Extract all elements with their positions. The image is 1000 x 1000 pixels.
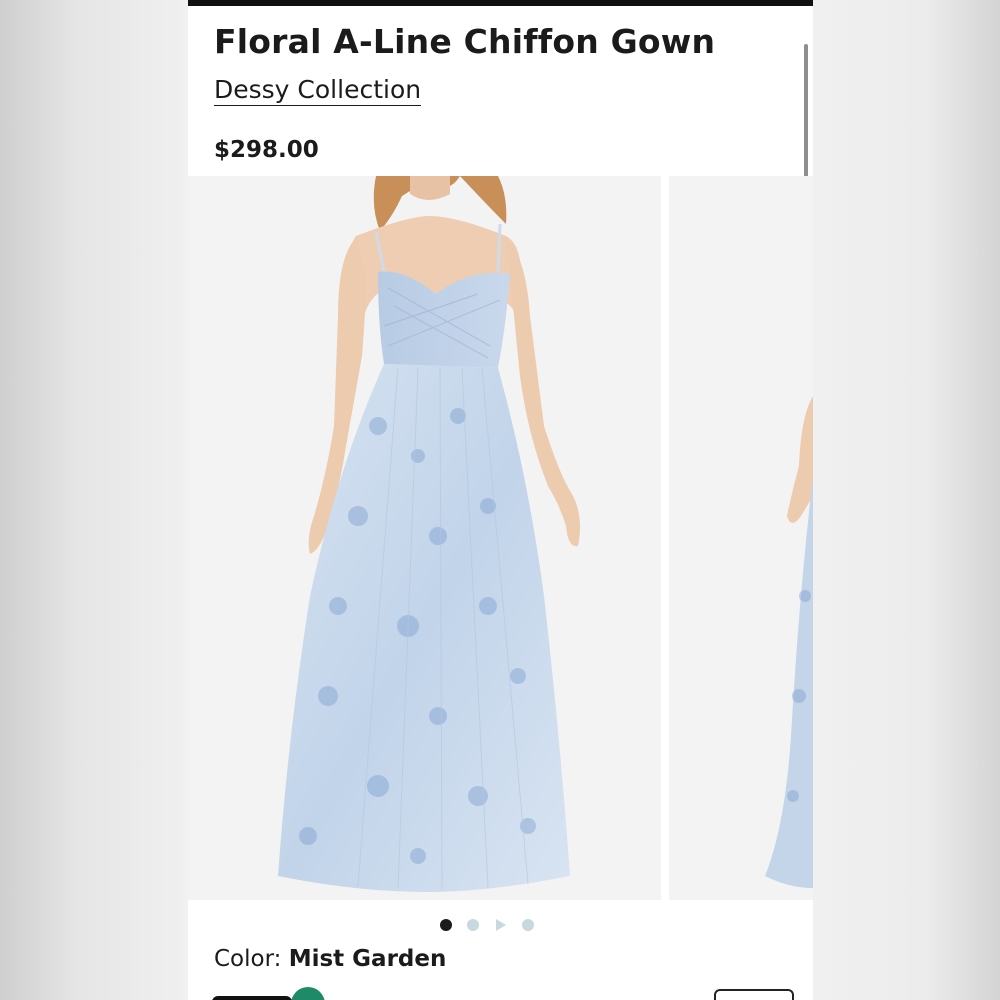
product-image-gallery[interactable] [188, 176, 813, 900]
product-page: Floral A-Line Chiffon Gown Dessy Collect… [188, 0, 813, 1000]
pagination-dot[interactable] [467, 919, 479, 931]
brand-link[interactable]: Dessy Collection [214, 75, 422, 106]
size-button[interactable] [714, 989, 794, 1000]
gown-front-image [188, 176, 661, 900]
top-bar [188, 0, 813, 6]
gallery-slide-front[interactable] [188, 176, 661, 900]
gallery-slide-side[interactable] [669, 176, 813, 900]
color-value: Mist Garden [288, 946, 447, 972]
pagination-dot-active[interactable] [440, 919, 452, 931]
pagination-dot[interactable] [522, 919, 534, 931]
color-label: Color: [214, 946, 289, 972]
gown-side-image [669, 176, 813, 900]
gallery-pagination [440, 918, 540, 932]
color-swatch-selected[interactable] [212, 996, 292, 1000]
checkmark-icon [291, 987, 325, 1000]
color-selection-label: Color: Mist Garden [214, 946, 446, 972]
product-title: Floral A-Line Chiffon Gown [214, 22, 716, 61]
video-play-icon[interactable] [496, 919, 506, 931]
background-right [813, 0, 1000, 1000]
product-price: $298.00 [214, 137, 319, 163]
